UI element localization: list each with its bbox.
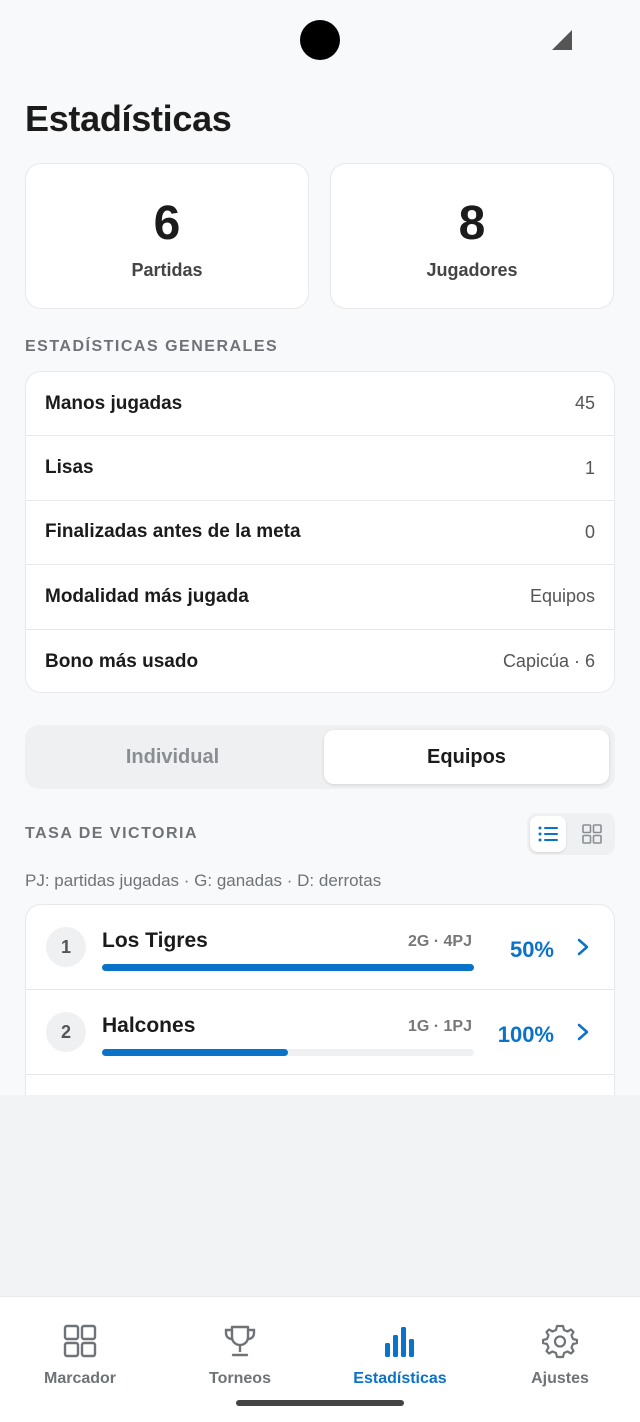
rank-badge: 2 (46, 1012, 86, 1052)
page-title: Estadísticas (25, 98, 232, 139)
nav-label: Estadísticas (353, 1370, 447, 1387)
progress-fill (102, 964, 474, 971)
view-toggle (527, 813, 615, 855)
nav-item-marcador[interactable]: Marcador (0, 1297, 160, 1407)
gear-icon (542, 1324, 578, 1359)
status-bar (0, 0, 640, 80)
general-section-label: ESTADÍSTICAS GENERALES (25, 338, 279, 355)
team-record: 2G · 4PJ (407, 933, 472, 950)
stat-label: Modalidad más jugada (45, 585, 249, 607)
summary-card-partidas: 6 Partidas (25, 163, 309, 309)
win-rate-legend: PJ: partidas jugadas · G: ganadas · D: d… (25, 871, 382, 890)
general-stats-list: Manos jugadas 45 Lisas 1 Finalizadas ant… (25, 371, 615, 693)
grid-icon (63, 1324, 97, 1358)
chevron-right-icon (577, 938, 589, 956)
stat-value: 45 (574, 393, 595, 414)
win-percentage: 50% (509, 937, 554, 962)
stat-value: Capicúa · 6 (502, 651, 595, 672)
home-indicator (236, 1400, 404, 1406)
grid-icon (582, 824, 602, 844)
summary-label: Jugadores (426, 260, 518, 280)
list-view-button[interactable] (530, 816, 566, 852)
win-rate-list: 1 Los Tigres 2G · 4PJ 50% 2 Halcones 1G … (25, 904, 615, 1095)
stat-row-lisas: Lisas 1 (26, 436, 614, 501)
signal-icon (552, 30, 572, 50)
stat-row-finalizadas: Finalizadas antes de la meta 0 (26, 501, 614, 566)
nav-label: Ajustes (531, 1370, 589, 1387)
stat-row-modalidad: Modalidad más jugada Equipos (26, 565, 614, 630)
nav-item-torneos[interactable]: Torneos (160, 1297, 320, 1407)
win-percentage: 100% (497, 1022, 554, 1047)
team-record: 1G · 1PJ (407, 1018, 472, 1035)
win-rate-section-label: TASA DE VICTORIA (25, 825, 199, 842)
team-name: Los Tigres (102, 929, 208, 952)
progress-fill (102, 1049, 288, 1056)
mode-segmented-control: Individual Equipos (25, 725, 615, 789)
stat-label: Manos jugadas (45, 392, 183, 414)
nav-item-estadisticas[interactable]: Estadísticas (320, 1297, 480, 1407)
stat-label: Bono más usado (45, 650, 199, 672)
summary-value: 6 (153, 197, 181, 250)
stat-value: 0 (584, 521, 595, 542)
chevron-right-icon (577, 1023, 589, 1041)
team-row[interactable]: 2 Halcones 1G · 1PJ 100% (26, 990, 614, 1075)
summary-label: Partidas (131, 260, 203, 280)
stat-label: Finalizadas antes de la meta (45, 521, 301, 543)
bar-chart-icon (385, 1327, 414, 1357)
camera-cutout (300, 20, 340, 60)
stat-label: Lisas (45, 457, 94, 479)
tab-equipos[interactable]: Equipos (324, 730, 609, 784)
trophy-icon (224, 1325, 256, 1357)
stat-value: 1 (584, 457, 595, 478)
stat-value: Equipos (529, 586, 595, 607)
progress-track (102, 1049, 474, 1056)
grid-view-button[interactable] (574, 816, 610, 852)
nav-item-ajustes[interactable]: Ajustes (480, 1297, 640, 1407)
summary-value: 8 (458, 197, 486, 250)
stat-row-manos: Manos jugadas 45 (26, 372, 614, 437)
summary-card-jugadores: 8 Jugadores (330, 163, 614, 309)
rank-badge: 1 (46, 927, 86, 967)
nav-label: Marcador (43, 1370, 117, 1387)
team-row[interactable]: 1 Los Tigres 2G · 4PJ 50% (26, 905, 614, 990)
stats-screen: Estadísticas 6 Partidas 8 Jugadores ESTA… (0, 0, 640, 1095)
team-name: Halcones (102, 1014, 196, 1037)
stat-row-bono: Bono más usado Capicúa · 6 (26, 630, 614, 692)
progress-track (102, 964, 474, 971)
list-icon (538, 826, 558, 842)
tab-individual[interactable]: Individual (30, 730, 315, 784)
nav-label: Torneos (209, 1370, 271, 1387)
